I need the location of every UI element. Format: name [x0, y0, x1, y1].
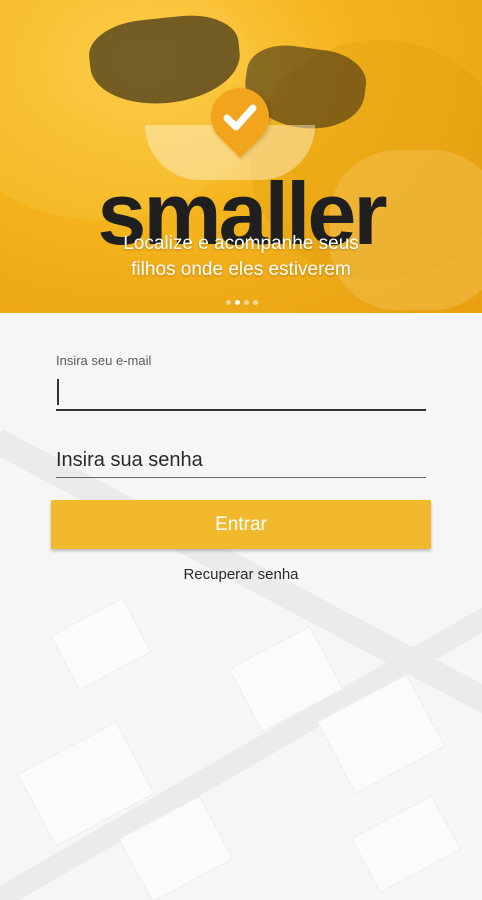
check-icon [223, 104, 257, 131]
carousel-indicator[interactable] [226, 300, 258, 306]
login-button[interactable]: Entrar [51, 500, 431, 549]
carousel-dot-active[interactable] [235, 300, 240, 305]
text-cursor [57, 379, 59, 405]
recover-password-link[interactable]: Recuperar senha [0, 566, 482, 583]
hero-banner: smaller Localize e acompanhe seus filhos… [0, 0, 482, 313]
carousel-dot[interactable] [226, 300, 231, 305]
tagline-line-2: filhos onde eles estiverem [131, 259, 351, 280]
carousel-dot[interactable] [244, 300, 249, 305]
carousel-dot[interactable] [253, 300, 258, 305]
password-placeholder: Insira sua senha [56, 449, 203, 471]
map-building [50, 597, 152, 691]
hero-tagline: Localize e acompanhe seus filhos onde el… [60, 231, 422, 283]
email-label: Insira seu e-mail [56, 353, 152, 368]
email-field[interactable] [56, 371, 426, 411]
map-building [350, 795, 462, 893]
login-form: Insira seu e-mail Insira sua senha Entra… [0, 313, 482, 900]
tagline-line-1: Localize e acompanhe seus [123, 233, 359, 254]
